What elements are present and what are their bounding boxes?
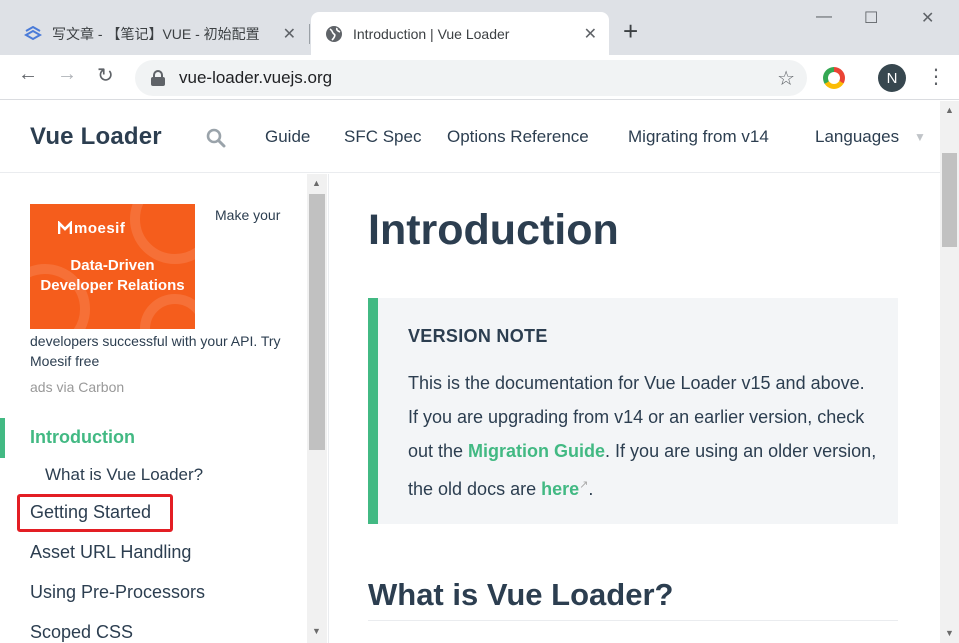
ad-image[interactable]: moesif Data-Driven Developer Relations (30, 204, 195, 329)
csdn-write-icon (24, 25, 42, 40)
tab-divider (309, 24, 310, 44)
browser-tab-csdn[interactable]: 写文章 - 【笔记】VUE - 初始配置 ✕ (8, 12, 308, 55)
nav-link-options-reference[interactable]: Options Reference (447, 127, 589, 147)
divider (368, 620, 898, 621)
back-button[interactable]: ← (18, 63, 38, 86)
external-link-icon: ↗ (579, 479, 589, 491)
ad-via-link[interactable]: ads via Carbon (30, 379, 124, 395)
ad-text[interactable]: developers successful with your API. Try… (30, 331, 290, 371)
scroll-up-icon[interactable]: ▲ (312, 178, 321, 188)
note-body: This is the documentation for Vue Loader… (408, 373, 877, 499)
sidebar: moesif Data-Driven Developer Relations M… (0, 174, 329, 643)
close-tab-icon[interactable]: ✕ (584, 24, 597, 44)
browser-tab-bar: 写文章 - 【笔记】VUE - 初始配置 ✕ Introduction | Vu… (0, 0, 959, 55)
sidebar-subitem-what-is-vue-loader[interactable]: What is Vue Loader? (45, 465, 203, 485)
lock-icon[interactable] (151, 70, 165, 86)
browser-menu-icon[interactable]: ⋮ (926, 64, 946, 89)
chevron-down-icon[interactable]: ▼ (914, 130, 926, 144)
scrollbar-thumb[interactable] (309, 194, 325, 450)
ad-text[interactable]: Make your (215, 205, 305, 225)
migration-guide-link[interactable]: Migration Guide (468, 441, 605, 461)
site-navbar: Vue Loader Guide SFC Spec Options Refere… (0, 101, 940, 173)
sidebar-item-using-pre-processors[interactable]: Using Pre-Processors (30, 582, 205, 603)
bookmark-star-icon[interactable]: ☆ (777, 66, 795, 91)
sidebar-item-getting-started[interactable]: Getting Started (30, 502, 151, 523)
version-note-box: VERSION NOTE This is the documentation f… (368, 298, 898, 524)
scrollbar-thumb[interactable] (942, 153, 957, 247)
sidebar-item-introduction[interactable]: Introduction (30, 427, 135, 448)
old-docs-link[interactable]: here (541, 479, 579, 499)
sidebar-scrollbar[interactable]: ▲ ▼ (307, 174, 327, 643)
reload-button[interactable]: ↻ (97, 63, 114, 88)
scroll-up-icon[interactable]: ▲ (945, 105, 954, 115)
active-indicator (0, 418, 5, 458)
tab-title: Introduction | Vue Loader (353, 25, 510, 42)
ad-headline: Data-Driven Developer Relations (40, 257, 185, 294)
sidebar-item-scoped-css[interactable]: Scoped CSS (30, 622, 133, 643)
close-window-button[interactable]: ✕ (921, 8, 934, 28)
moesif-logo-icon (58, 221, 72, 234)
new-tab-button[interactable]: + (623, 18, 638, 44)
main-content: Introduction VERSION NOTE This is the do… (330, 174, 940, 643)
sidebar-item-asset-url-handling[interactable]: Asset URL Handling (30, 542, 191, 563)
scroll-down-icon[interactable]: ▼ (945, 628, 954, 638)
address-bar[interactable]: vue-loader.vuejs.org ☆ (135, 60, 807, 96)
nav-link-languages[interactable]: Languages (815, 127, 899, 147)
page-scrollbar[interactable]: ▲ ▼ (940, 101, 959, 643)
maximize-window-button[interactable]: ☐ (864, 8, 878, 28)
section-heading: What is Vue Loader? (368, 577, 674, 612)
search-icon[interactable] (206, 128, 226, 148)
browser-toolbar: ← → ↻ vue-loader.vuejs.org ☆ (0, 55, 959, 100)
nav-link-guide[interactable]: Guide (265, 127, 310, 147)
note-title: VERSION NOTE (408, 326, 548, 346)
browser-tab-vue-loader[interactable]: Introduction | Vue Loader ✕ (311, 12, 609, 55)
extension-icon[interactable] (823, 67, 845, 89)
page-title: Introduction (368, 206, 619, 254)
nav-link-migrating[interactable]: Migrating from v14 (628, 127, 769, 147)
tab-title: 写文章 - 【笔记】VUE - 初始配置 (52, 25, 260, 42)
globe-icon (326, 25, 342, 42)
minimize-window-button[interactable]: — (816, 8, 832, 26)
close-tab-icon[interactable]: ✕ (283, 24, 296, 44)
ad-brand: moesif (74, 220, 126, 237)
url-text[interactable]: vue-loader.vuejs.org (179, 68, 332, 88)
scroll-down-icon[interactable]: ▼ (312, 626, 321, 636)
forward-button[interactable]: → (57, 63, 77, 86)
site-title[interactable]: Vue Loader (30, 123, 162, 151)
nav-link-sfc-spec[interactable]: SFC Spec (344, 127, 421, 147)
profile-avatar[interactable]: N (878, 64, 906, 92)
